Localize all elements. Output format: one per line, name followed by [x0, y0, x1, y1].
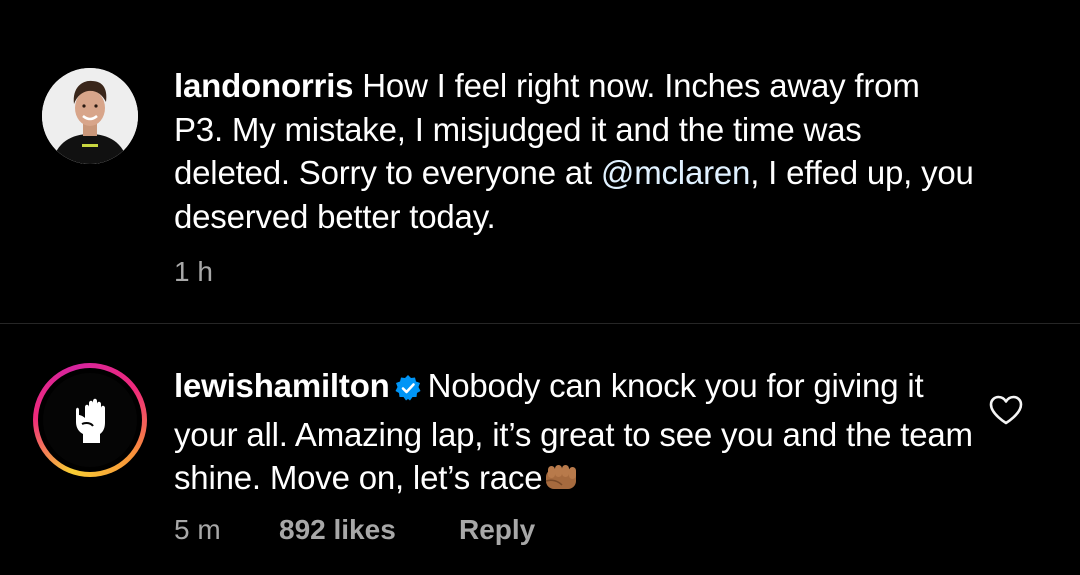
comment-timestamp: 5 m	[174, 514, 221, 545]
likes-count[interactable]: 892 likes	[279, 514, 459, 546]
heart-outline-icon[interactable]	[988, 394, 1024, 426]
verified-badge-icon	[394, 369, 422, 413]
comment-meta: 5 m 892 likes Reply	[174, 514, 535, 546]
post-username[interactable]: landonorris	[174, 67, 354, 104]
comment-item: lewishamilton Nobody can knock you for gi…	[0, 324, 1080, 575]
comment-username[interactable]: lewishamilton	[174, 367, 390, 404]
landonorris-avatar[interactable]	[42, 68, 138, 164]
avatar-photo-icon	[42, 68, 138, 164]
caption-text: landonorris How I feel right now. Inches…	[174, 64, 974, 238]
post-timestamp: 1 h	[174, 256, 213, 287]
comment-text: lewishamilton Nobody can knock you for gi…	[174, 364, 974, 504]
lewishamilton-avatar[interactable]	[43, 373, 137, 467]
reply-button[interactable]: Reply	[459, 514, 535, 546]
raised-fist-icon	[76, 398, 105, 443]
story-ring[interactable]	[33, 363, 147, 477]
mention-link[interactable]: @mclaren	[601, 154, 750, 191]
caption-post: landonorris How I feel right now. Inches…	[0, 0, 1080, 322]
fist-bump-emoji	[542, 460, 580, 504]
